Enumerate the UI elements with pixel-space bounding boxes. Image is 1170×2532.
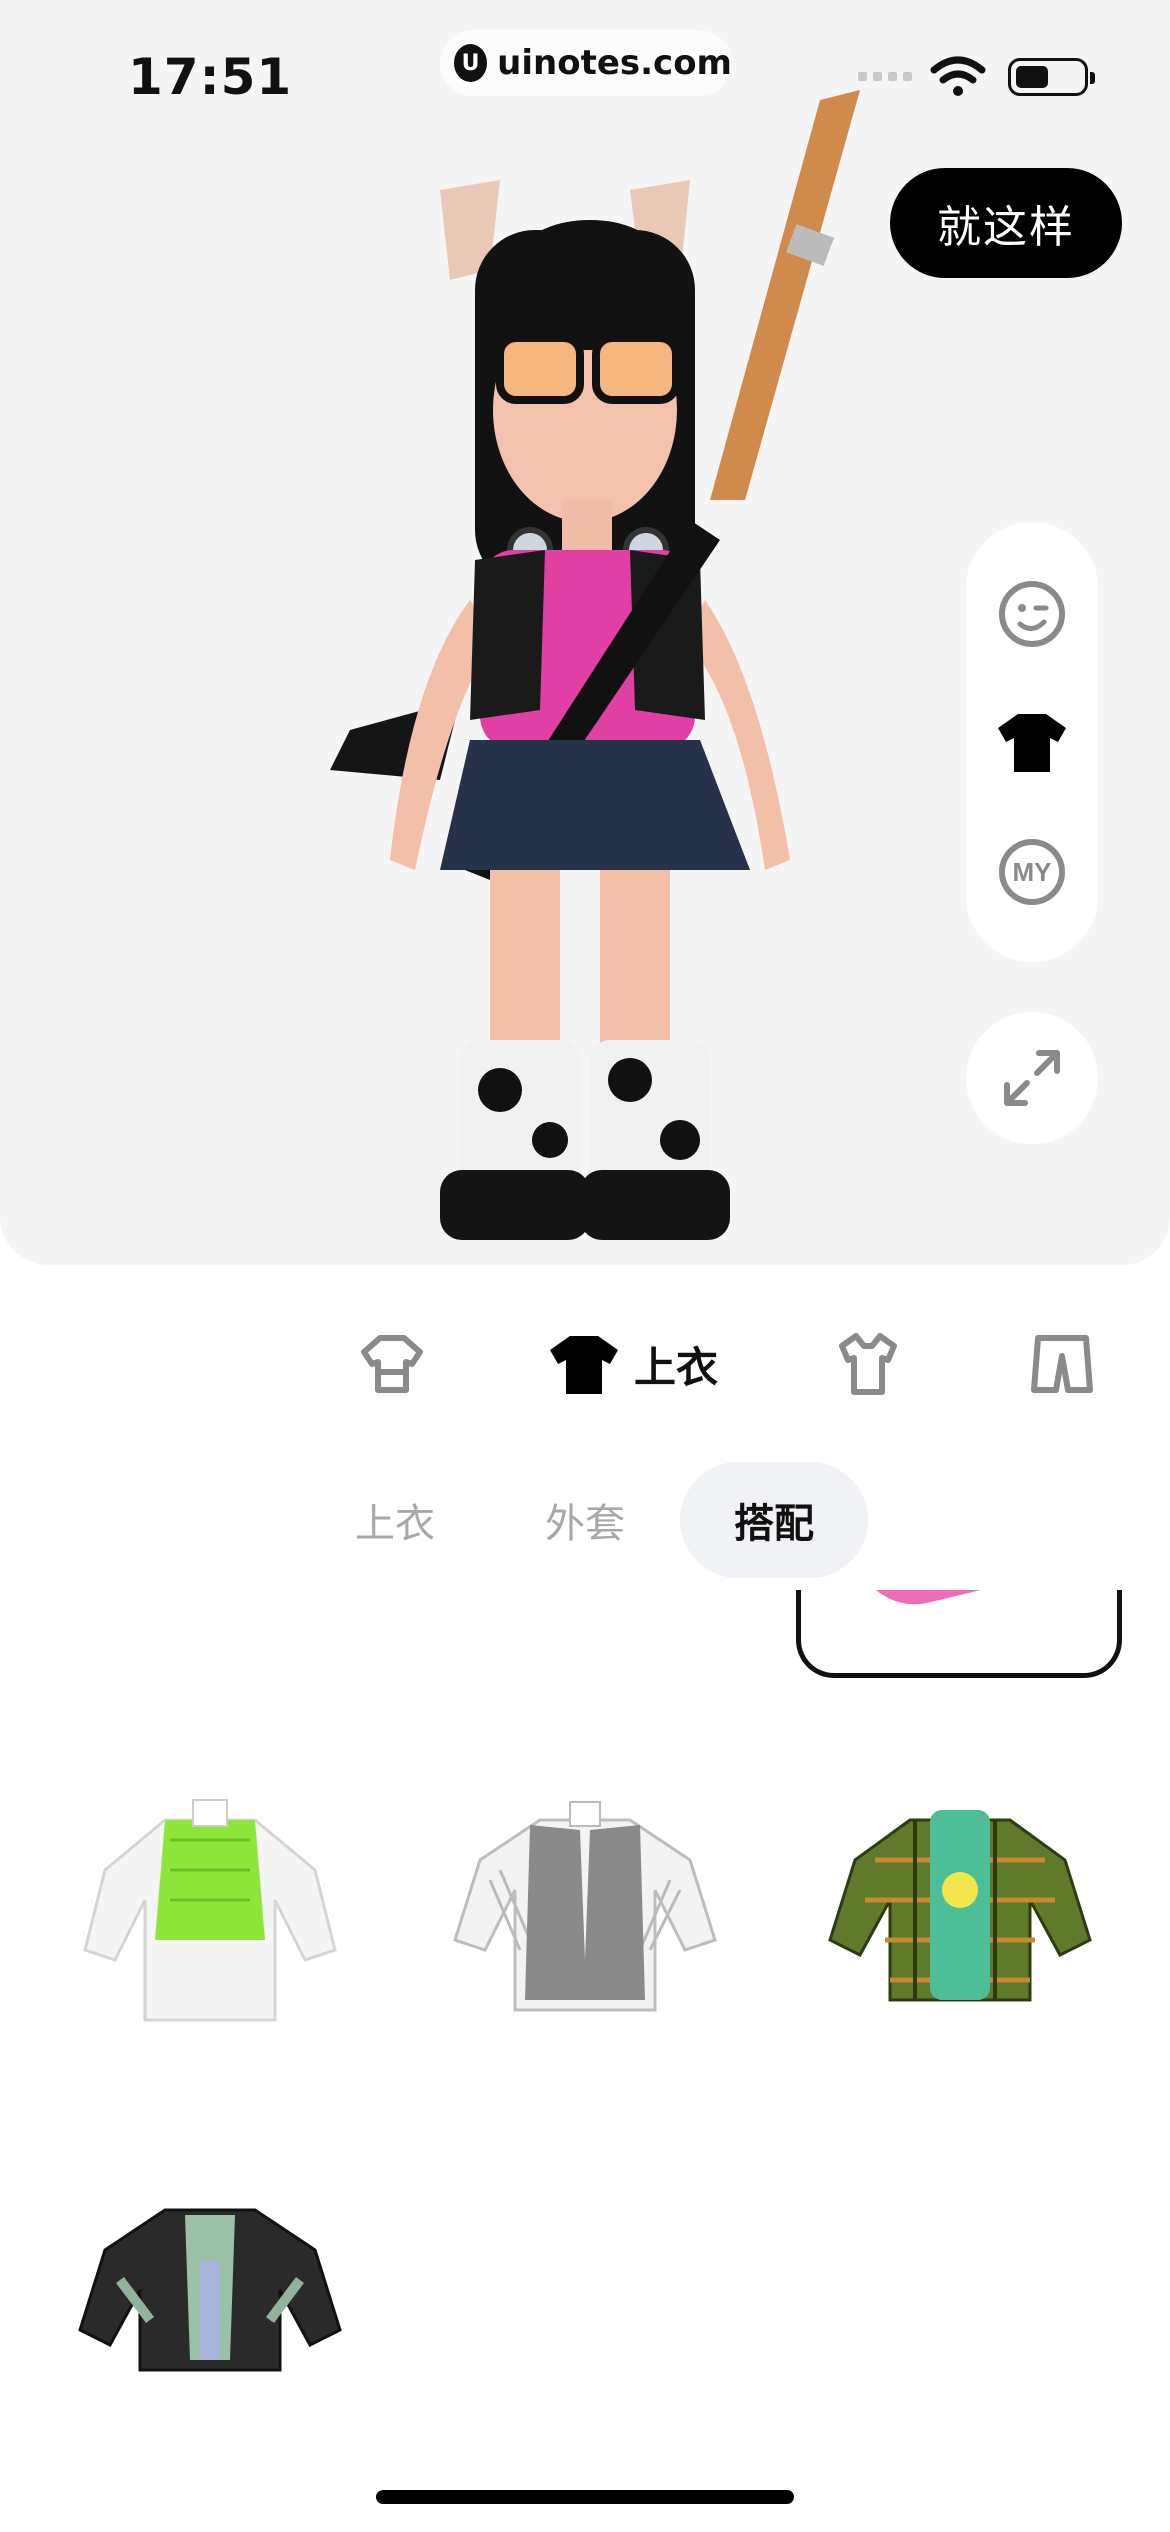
shirt-icon [550,1336,618,1394]
expand-button[interactable] [966,1012,1098,1144]
category-tab-dress[interactable] [836,1328,900,1400]
url-pill[interactable]: U uinotes.com [440,30,732,96]
selected-item-frame[interactable] [796,1590,1122,1678]
category-tab-tops[interactable]: 上衣 [548,1328,718,1400]
plaid-shirt-green-hoodie [828,1810,1092,2002]
clothing-item[interactable] [60,1750,360,2050]
expand-icon [1004,1050,1060,1106]
my-icon-label: MY [1013,857,1052,887]
status-bar: 17:51 U uinotes.com [0,0,1170,140]
suit-icon [361,1335,423,1393]
sub-tab-outfits[interactable]: 搭配 [680,1462,868,1578]
category-tab-pants[interactable] [1030,1328,1094,1400]
clothing-item[interactable] [810,1750,1110,2050]
top-clothes-icon[interactable] [992,702,1072,782]
wifi-icon [930,56,986,96]
home-indicator [376,2490,794,2504]
category-tabs: 上衣 [0,1310,1170,1420]
cellular-signal-icon [858,72,912,81]
url-text: uinotes.com [497,43,732,83]
side-tool-panel: MY [966,522,1098,962]
avatar-stage[interactable]: 17:51 U uinotes.com 就这样 MY [0,0,1170,1265]
my-icon[interactable]: MY [992,832,1072,912]
pants-icon [1031,1335,1093,1393]
green-vest-white-shirt [83,1799,337,2022]
grey-vest-striped-shirt [453,1801,717,2012]
done-button[interactable]: 就这样 [890,168,1122,278]
status-time: 17:51 [128,48,293,106]
sub-tab-coats[interactable]: 外套 [520,1462,650,1578]
category-tab-label: 上衣 [634,1342,719,1392]
clothing-item[interactable] [435,1750,735,2050]
face-icon[interactable] [992,574,1072,654]
sub-tabs: 上衣 外套 搭配 [0,1462,1170,1578]
dress-icon [839,1333,897,1395]
site-logo-icon: U [454,44,488,82]
category-tab-suit[interactable] [356,1328,428,1400]
avatar-illustration [330,90,860,1240]
clothing-item[interactable] [60,2130,360,2430]
black-leather-jacket [78,2208,342,2372]
battery-icon [1008,58,1095,96]
sub-tab-tops[interactable]: 上衣 [330,1462,460,1578]
